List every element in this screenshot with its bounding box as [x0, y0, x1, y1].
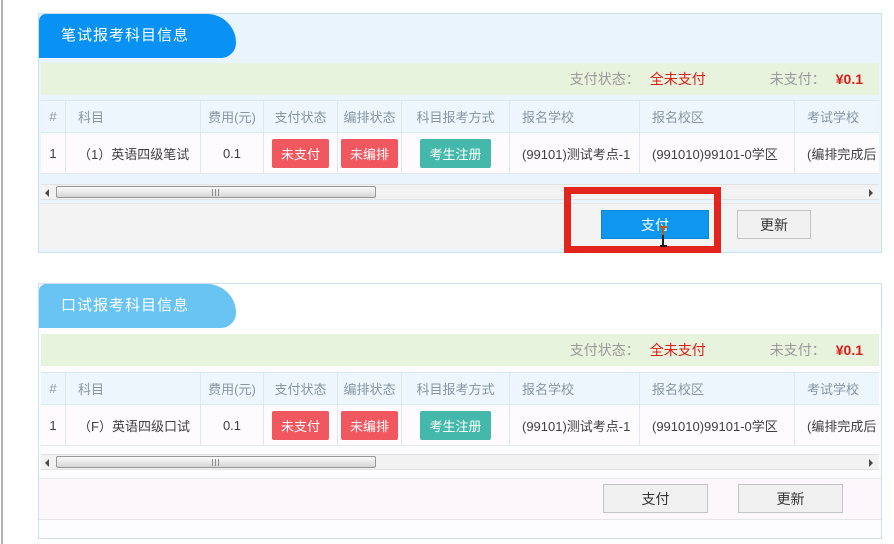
unpaid-label: 未支付： — [770, 340, 826, 360]
payment-status-bar: 支付状态： 全未支付 未支付： ¥0.1 — [41, 63, 879, 95]
unpaid-label: 未支付： — [770, 69, 826, 89]
register-school-cell: (99101)测试考点-1 — [510, 133, 640, 173]
column-header: 科目 — [66, 373, 201, 404]
exam-school-cell: (编排完成后 — [795, 133, 879, 173]
column-header: # — [41, 101, 66, 132]
column-header: 报名学校 — [510, 101, 640, 132]
unarranged-badge: 未编排 — [341, 411, 398, 440]
register-mode-cell: 考生注册 — [402, 133, 510, 173]
pay-status-value: 全未支付 — [650, 340, 706, 360]
register-campus-cell: (991010)99101-0学区 — [640, 133, 795, 173]
column-header: 报名学校 — [510, 373, 640, 404]
scrollbar-thumb[interactable] — [56, 186, 376, 198]
scrollbar-grip-icon — [212, 189, 220, 196]
register-school-cell: (99101)测试考点-1 — [510, 405, 640, 445]
oral-panel-header: 口试报考科目信息 — [39, 284, 881, 328]
spacer — [39, 446, 881, 454]
fee-cell: 0.1 — [201, 405, 264, 445]
table-row[interactable]: 1 （F）英语四级口试 0.1 未支付 未编排 考生注册 (99101)测试考点… — [41, 405, 879, 446]
column-header: 科目 — [66, 101, 201, 132]
table-header-row: # 科目 费用(元) 支付状态 编排状态 科目报考方式 报名学校 报名校区 考试… — [41, 101, 879, 133]
oral-subjects-table: # 科目 费用(元) 支付状态 编排状态 科目报考方式 报名学校 报名校区 考试… — [41, 372, 879, 446]
pay-button[interactable]: 支付 — [603, 484, 708, 513]
unpaid-amount: ¥0.1 — [836, 342, 863, 358]
column-header: 考试学校 — [795, 101, 879, 132]
arrange-status-cell: 未编排 — [338, 133, 402, 173]
column-header: 编排状态 — [338, 373, 402, 404]
scroll-left-icon[interactable] — [45, 189, 49, 197]
panel-title: 笔试报考科目信息 — [61, 27, 189, 44]
oral-panel-title-tab: 口试报考科目信息 — [39, 284, 236, 328]
page-left-rule — [1, 0, 3, 544]
oral-exam-panel: 口试报考科目信息 支付状态： 全未支付 未支付： ¥0.1 # 科目 费用(元)… — [38, 283, 882, 539]
scrollbar-grip-icon — [212, 459, 220, 466]
unpaid-badge: 未支付 — [272, 411, 329, 440]
arrange-status-cell: 未编排 — [338, 405, 402, 445]
pay-status-label: 支付状态： — [570, 340, 640, 360]
update-button[interactable]: 更新 — [738, 484, 843, 513]
spacer — [39, 174, 881, 184]
scrollbar-thumb[interactable] — [56, 456, 376, 468]
column-header: 科目报考方式 — [402, 101, 510, 132]
horizontal-scrollbar[interactable] — [41, 454, 879, 470]
row-index: 1 — [41, 133, 66, 173]
panel-title: 口试报考科目信息 — [61, 297, 189, 314]
column-header: 编排状态 — [338, 101, 402, 132]
written-exam-panel: 笔试报考科目信息 支付状态： 全未支付 未支付： ¥0.1 # 科目 费用(元)… — [38, 13, 882, 253]
subject-cell: （1）英语四级笔试 — [66, 133, 201, 173]
written-panel-header: 笔试报考科目信息 — [39, 14, 881, 58]
column-header: 费用(元) — [201, 373, 264, 404]
scroll-right-icon[interactable] — [869, 459, 873, 467]
table-row[interactable]: 1 （1）英语四级笔试 0.1 未支付 未编排 考生注册 (99101)测试考点… — [41, 133, 879, 174]
column-header: 支付状态 — [264, 101, 338, 132]
fee-cell: 0.1 — [201, 133, 264, 173]
scroll-right-icon[interactable] — [869, 189, 873, 197]
exam-payment-page: 笔试报考科目信息 支付状态： 全未支付 未支付： ¥0.1 # 科目 费用(元)… — [0, 0, 894, 544]
table-header-row: # 科目 费用(元) 支付状态 编排状态 科目报考方式 报名学校 报名校区 考试… — [41, 373, 879, 405]
payment-status-bar: 支付状态： 全未支付 未支付： ¥0.1 — [41, 334, 879, 366]
column-header: 考试学校 — [795, 373, 879, 404]
register-mode-cell: 考生注册 — [402, 405, 510, 445]
row-index: 1 — [41, 405, 66, 445]
written-panel-title-tab: 笔试报考科目信息 — [39, 14, 236, 58]
pay-status-value: 全未支付 — [650, 69, 706, 89]
unpaid-amount: ¥0.1 — [836, 71, 863, 87]
oral-panel-footer: 支付 更新 — [39, 478, 881, 520]
register-mode-badge: 考生注册 — [420, 411, 490, 440]
scroll-left-icon[interactable] — [45, 459, 49, 467]
column-header: 科目报考方式 — [402, 373, 510, 404]
column-header: 报名校区 — [640, 101, 795, 132]
pay-status-cell: 未支付 — [264, 133, 338, 173]
written-subjects-table: # 科目 费用(元) 支付状态 编排状态 科目报考方式 报名学校 报名校区 考试… — [41, 100, 879, 174]
subject-cell: （F）英语四级口试 — [66, 405, 201, 445]
pay-status-cell: 未支付 — [264, 405, 338, 445]
written-panel-footer: 支付 更新 — [39, 203, 881, 249]
update-button[interactable]: 更新 — [737, 210, 811, 239]
register-mode-badge: 考生注册 — [420, 139, 490, 168]
column-header: 支付状态 — [264, 373, 338, 404]
pay-status-label: 支付状态： — [570, 69, 640, 89]
exam-school-cell: (编排完成后 — [795, 405, 879, 445]
register-campus-cell: (991010)99101-0学区 — [640, 405, 795, 445]
unpaid-badge: 未支付 — [272, 139, 329, 168]
horizontal-scrollbar[interactable] — [41, 184, 879, 200]
unarranged-badge: 未编排 — [341, 139, 398, 168]
column-header: # — [41, 373, 66, 404]
pay-button[interactable]: 支付 — [601, 210, 709, 239]
column-header: 费用(元) — [201, 101, 264, 132]
column-header: 报名校区 — [640, 373, 795, 404]
